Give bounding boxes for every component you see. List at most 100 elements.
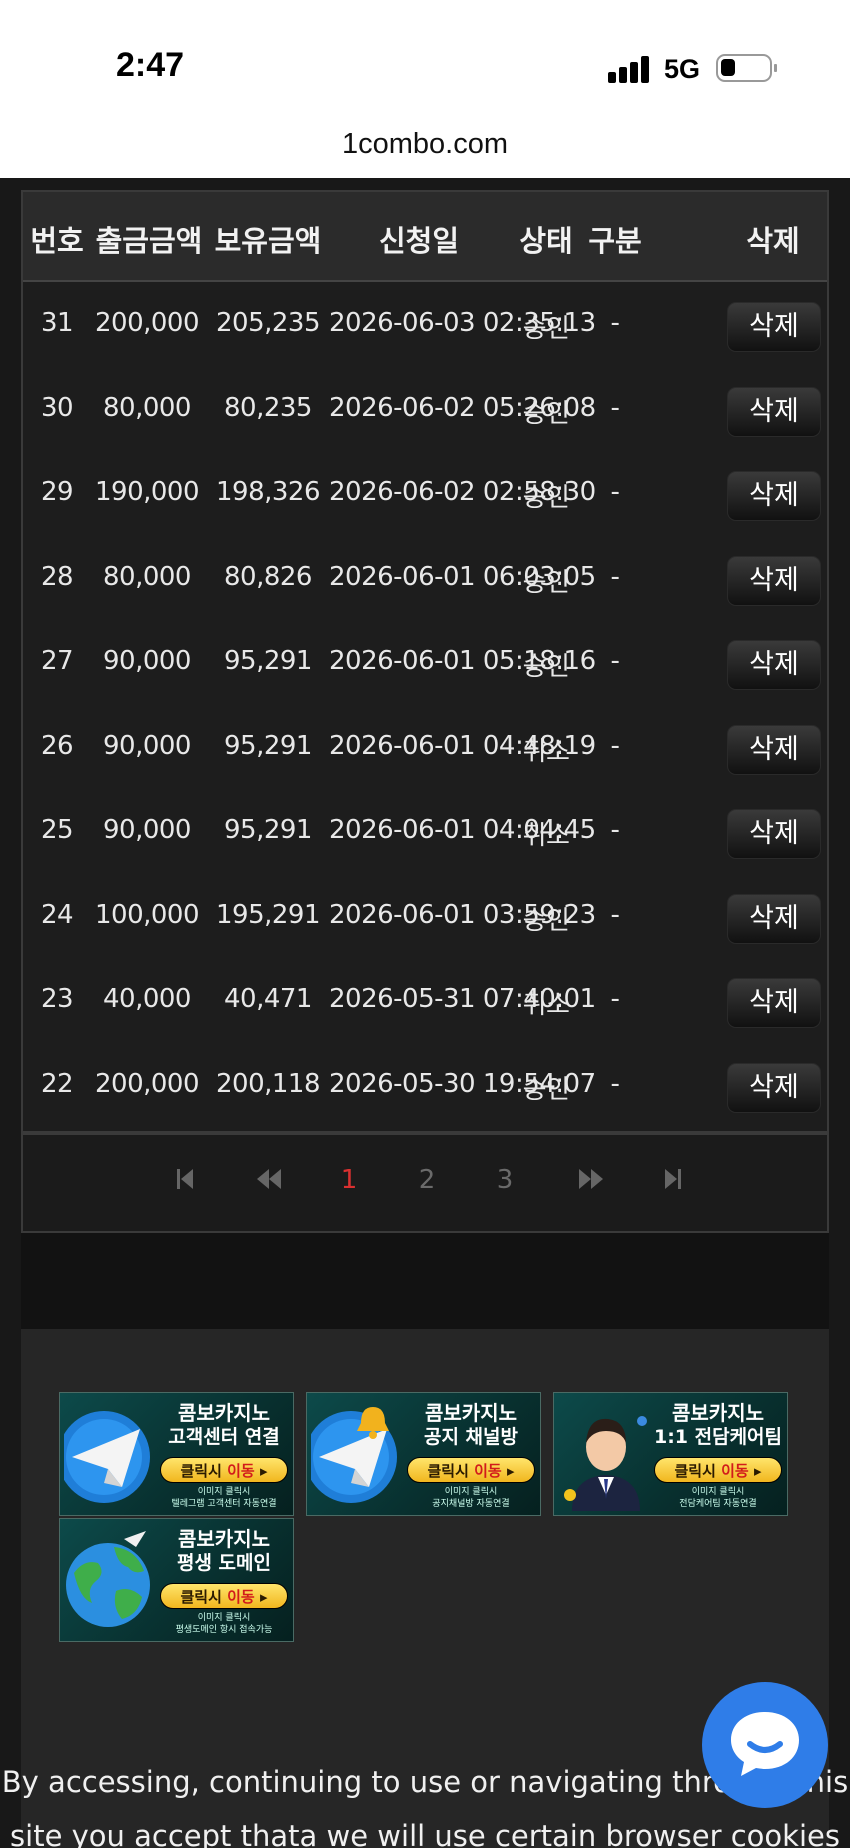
banner-notice-channel[interactable]: 콤보카지노 공지 채널방 클릭시 이동 ▸ 이미지 클릭시 공지채널방 자동연결 [306, 1392, 541, 1516]
cell-request-date: 2026-05-30 19:54:07 [329, 1068, 596, 1099]
cell-status: 승인 [522, 314, 570, 344]
cell-request-date: 2026-06-01 06:03:05 [329, 561, 596, 592]
page-3[interactable]: 3 [485, 1165, 525, 1195]
banner-customer-center[interactable]: 콤보카지노 고객센터 연결 클릭시 이동 ▸ 이미지 클릭시 텔레그램 고객센터… [59, 1392, 294, 1516]
cell-withdraw-amount: 100,000 [94, 899, 200, 930]
banner-title: 콤보카지노 [425, 1401, 517, 1425]
cell-balance: 95,291 [224, 815, 312, 845]
agent-avatar-icon [564, 1416, 647, 1511]
cell-status: 승인 [522, 905, 570, 936]
delete-button[interactable]: 삭제 [727, 386, 821, 437]
banner-caption: 이미지 클릭시 [444, 1487, 498, 1497]
cell-status: 취소 [522, 736, 570, 767]
delete-button[interactable]: 삭제 [727, 1062, 821, 1113]
cell-category: - [610, 646, 620, 676]
table-header: 번호 출금금액 보유금액 신청일 상태 구분 삭제 [23, 192, 827, 282]
chat-button[interactable] [702, 1682, 828, 1808]
cell-balance: 195,291 [215, 899, 321, 930]
cell-request-date: 2026-06-01 04:04:45 [329, 815, 596, 845]
banner-title: 콤보카지노 [178, 1401, 270, 1425]
cell-no: 25 [40, 815, 74, 845]
cell-category: - [610, 730, 620, 761]
cookie-notice-line: site you accept thata we will use certai… [10, 1819, 840, 1848]
cell-request-date: 2026-05-31 07:40:01 [329, 984, 596, 1014]
first-page-icon[interactable] [165, 1167, 205, 1191]
header-withdraw-amount: 출금금액 [95, 224, 203, 258]
cell-withdraw-amount: 90,000 [103, 646, 191, 676]
cell-category: - [610, 308, 620, 338]
cell-status: 승인 [522, 567, 570, 598]
cell-no: 31 [40, 308, 74, 338]
cell-balance: 198,326 [215, 477, 321, 507]
delete-button[interactable]: 삭제 [727, 724, 821, 775]
header-request-date: 신청일 [378, 224, 460, 258]
next-page-icon[interactable] [571, 1167, 611, 1191]
cell-request-date: 2026-06-01 03:59:23 [329, 899, 596, 930]
cell-request-date: 2026-06-01 04:48:19 [329, 730, 596, 761]
cell-status: 승인 [522, 652, 570, 682]
cell-no: 23 [40, 984, 74, 1014]
cell-request-date: 2026-06-02 02:58:30 [329, 477, 596, 507]
globe-icon [66, 1531, 150, 1627]
table-row: 24 100,000 195,291 2026-06-01 03:59:23 승인 - 삭제 [23, 876, 827, 960]
chat-bubble-icon [731, 1712, 799, 1776]
cell-withdraw-amount: 80,000 [103, 561, 191, 592]
header-delete: 삭제 [746, 224, 800, 258]
banner-cta: 클릭시 이동 ▸ [160, 1583, 288, 1609]
delete-button[interactable]: 삭제 [727, 640, 821, 690]
banner-cta: 클릭시 이동 ▸ [160, 1457, 288, 1483]
delete-button[interactable]: 삭제 [727, 555, 821, 606]
banner-subtitle: 공지 채널방 [423, 1426, 518, 1448]
network-type: 5G [664, 54, 701, 84]
cell-balance: 95,291 [224, 646, 312, 676]
table-row: 25 90,000 95,291 2026-06-01 04:04:45 취소 - 삭제 [23, 791, 827, 875]
cell-request-date: 2026-06-03 02:35:13 [329, 308, 596, 338]
banner-subtitle: 1:1 전담케어팀 [653, 1426, 783, 1448]
cell-category: - [610, 899, 620, 930]
cell-withdraw-amount: 200,000 [94, 308, 200, 338]
banner-care-team[interactable]: 콤보카지노 1:1 전담케어팀 클릭시 이동 ▸ 이미지 클릭시 전담케어팀 자… [553, 1392, 788, 1516]
cell-no: 28 [40, 561, 74, 592]
cell-no: 24 [40, 899, 74, 930]
banner-subtitle: 평생 도메인 [176, 1552, 271, 1574]
cell-no: 29 [40, 477, 74, 507]
table-row: 27 90,000 95,291 2026-06-01 05:18:16 승인 - 삭제 [23, 622, 827, 706]
cell-category: - [610, 561, 620, 592]
header-category: 구분 [588, 224, 642, 258]
cell-status: 승인 [522, 398, 570, 429]
telegram-icon [64, 1411, 150, 1503]
banner-title: 콤보카지노 [178, 1527, 270, 1551]
banner-caption: 이미지 클릭시 [197, 1487, 251, 1497]
delete-button[interactable]: 삭제 [727, 809, 821, 859]
url-text[interactable]: 1combo.com [0, 128, 850, 161]
prev-page-icon[interactable] [249, 1167, 289, 1191]
cell-balance: 205,235 [215, 308, 321, 338]
table-row: 29 190,000 198,326 2026-06-02 02:58:30 승인 - 삭제 [23, 453, 827, 537]
banner-title: 콤보카지노 [672, 1401, 764, 1425]
banner-cta: 클릭시 이동 ▸ [407, 1457, 535, 1483]
table-row: 31 200,000 205,235 2026-06-03 02:35:13 승인 - 삭제 [23, 284, 827, 368]
page-2[interactable]: 2 [407, 1165, 447, 1195]
banner-caption-detail: 전담케어팀 자동연결 [679, 1499, 757, 1509]
section-divider [21, 1233, 829, 1329]
browser-address-bar[interactable]: 1combo.com [0, 100, 850, 178]
banner-lifetime-domain[interactable]: 콤보카지노 평생 도메인 클릭시 이동 ▸ 이미지 클릭시 평생도메인 항시 접… [59, 1518, 294, 1642]
telegram-bell-icon [311, 1407, 397, 1503]
cell-balance: 80,826 [224, 561, 312, 592]
delete-button[interactable]: 삭제 [727, 978, 821, 1028]
cellular-signal-icon [608, 55, 650, 83]
header-no: 번호 [30, 224, 84, 258]
delete-button[interactable]: 삭제 [727, 471, 821, 521]
cell-status: 승인 [522, 483, 570, 513]
cell-category: - [610, 392, 620, 423]
page-1[interactable]: 1 [329, 1165, 369, 1195]
delete-button[interactable]: 삭제 [727, 302, 821, 352]
header-status: 상태 [519, 224, 573, 258]
header-balance: 보유금액 [214, 224, 322, 258]
last-page-icon[interactable] [653, 1167, 693, 1191]
banner-caption: 이미지 클릭시 [691, 1487, 745, 1497]
cell-category: - [610, 477, 620, 507]
cell-status: 취소 [522, 990, 570, 1020]
delete-button[interactable]: 삭제 [727, 893, 821, 944]
cell-withdraw-amount: 40,000 [103, 984, 191, 1014]
